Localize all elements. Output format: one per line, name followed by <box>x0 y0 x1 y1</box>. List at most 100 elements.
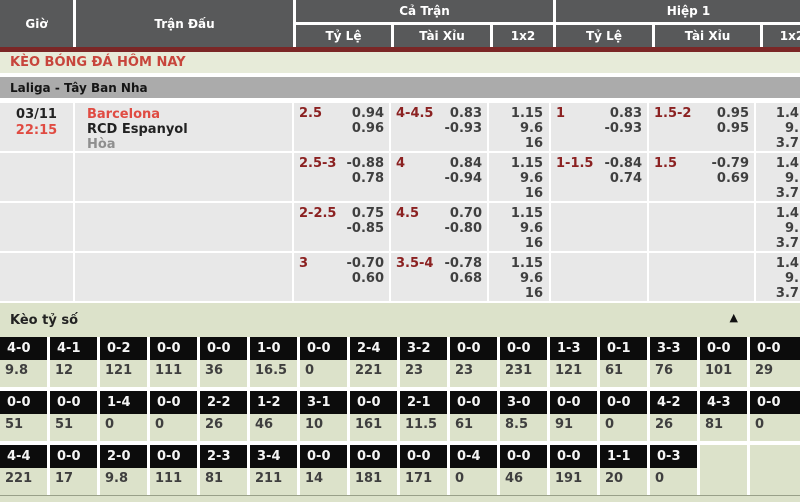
score-odds-value[interactable]: 0 <box>650 468 697 495</box>
score-cell[interactable]: 0-036 <box>200 337 250 387</box>
odds-value[interactable]: 0.83 <box>445 106 482 121</box>
score-odds-value[interactable]: 26 <box>650 414 697 441</box>
score-odds-value[interactable]: 46 <box>500 468 547 495</box>
odds-value[interactable]: 0.83 <box>605 106 642 121</box>
score-odds-value[interactable]: 0 <box>300 360 347 387</box>
ft-over-under-cell[interactable]: 40.84-0.94 <box>391 153 487 201</box>
odds-value[interactable]: 16 <box>489 236 543 251</box>
score-odds-value[interactable]: 0 <box>750 414 800 441</box>
score-cell[interactable]: 0-0111 <box>150 337 200 387</box>
score-label[interactable]: 1-0 <box>250 337 297 360</box>
score-cell[interactable]: 3-4211 <box>250 445 300 495</box>
score-odds-value[interactable]: 12 <box>50 360 97 387</box>
ft-over-under-cell[interactable]: 3.5-4-0.780.68 <box>391 253 487 301</box>
score-odds-value[interactable]: 121 <box>550 360 597 387</box>
score-cell[interactable]: 0-30 <box>650 445 700 495</box>
score-label[interactable]: 2-1 <box>400 391 447 414</box>
odds-value[interactable]: 9.2 <box>756 171 800 186</box>
score-label[interactable]: 0-0 <box>150 337 197 360</box>
score-cell[interactable]: 1-40 <box>100 391 150 441</box>
score-label[interactable]: 3-4 <box>250 445 297 468</box>
score-odds-value[interactable]: 111 <box>150 360 197 387</box>
score-label[interactable]: 0-0 <box>400 445 447 468</box>
odds-value[interactable]: 0.78 <box>347 171 384 186</box>
score-cell[interactable]: 0-00 <box>300 337 350 387</box>
score-cell[interactable]: 1-120 <box>600 445 650 495</box>
score-cell[interactable]: 4-226 <box>650 391 700 441</box>
ft-handicap-cell[interactable]: 2.50.940.96 <box>294 103 389 151</box>
score-cell[interactable]: 0-0171 <box>400 445 450 495</box>
odds-value[interactable]: 3.75 <box>756 136 800 151</box>
score-cell[interactable]: 0-00 <box>600 391 650 441</box>
odds-value[interactable]: 1.15 <box>489 256 543 271</box>
odds-value[interactable]: 9.6 <box>489 221 543 236</box>
odds-value[interactable]: 0.95 <box>717 121 749 136</box>
odds-value[interactable]: 16 <box>489 136 543 151</box>
score-cell[interactable]: 0-051 <box>50 391 100 441</box>
h1-handicap-cell[interactable]: 1-1.5-0.840.74 <box>551 153 647 201</box>
odds-value[interactable]: 0.96 <box>352 121 384 136</box>
score-cell[interactable]: 3-110 <box>300 391 350 441</box>
odds-value[interactable]: 1.15 <box>489 156 543 171</box>
score-odds-value[interactable]: 101 <box>700 360 747 387</box>
score-odds-value[interactable]: 10 <box>300 414 347 441</box>
odds-value[interactable]: 9.2 <box>756 121 800 136</box>
score-cell[interactable]: 0-0111 <box>150 445 200 495</box>
score-label[interactable]: 0-0 <box>0 391 47 414</box>
score-label[interactable]: 2-2 <box>200 391 247 414</box>
odds-value[interactable]: 0.74 <box>605 171 642 186</box>
score-odds-value[interactable]: 0 <box>600 414 647 441</box>
score-odds-value[interactable]: 81 <box>200 468 247 495</box>
odds-value[interactable]: 0.94 <box>352 106 384 121</box>
score-cell[interactable]: 4-09.8 <box>0 337 50 387</box>
score-odds-value[interactable]: 26 <box>200 414 247 441</box>
score-label[interactable]: 0-0 <box>50 391 97 414</box>
score-label[interactable]: 0-0 <box>700 337 747 360</box>
score-label[interactable]: 0-0 <box>150 391 197 414</box>
score-label[interactable]: 0-0 <box>300 445 347 468</box>
score-cell[interactable]: 1-3121 <box>550 337 600 387</box>
odds-value[interactable]: 1.15 <box>489 106 543 121</box>
odds-value[interactable]: -0.78 <box>445 256 482 271</box>
score-odds-value[interactable]: 51 <box>50 414 97 441</box>
score-cell[interactable]: 0-161 <box>600 337 650 387</box>
odds-value[interactable]: 0.69 <box>712 171 749 186</box>
score-odds-value[interactable]: 0 <box>450 468 497 495</box>
score-label[interactable]: 3-3 <box>650 337 697 360</box>
odds-value[interactable]: 0.68 <box>445 271 482 286</box>
score-label[interactable]: 0-2 <box>100 337 147 360</box>
odds-value[interactable]: -0.85 <box>347 221 384 236</box>
match-cell[interactable]: BarcelonaRCD EspanyolHòa <box>75 103 292 151</box>
score-odds-value[interactable]: 81 <box>700 414 747 441</box>
score-label[interactable]: 3-0 <box>500 391 547 414</box>
score-label[interactable]: 2-3 <box>200 445 247 468</box>
score-cell[interactable]: 3-08.5 <box>500 391 550 441</box>
odds-value[interactable]: -0.93 <box>445 121 482 136</box>
score-label[interactable]: 0-4 <box>450 445 497 468</box>
score-cell[interactable]: 0-046 <box>500 445 550 495</box>
score-label[interactable]: 0-1 <box>600 337 647 360</box>
score-label[interactable]: 2-0 <box>100 445 147 468</box>
ft-handicap-cell[interactable]: 2.5-3-0.880.78 <box>294 153 389 201</box>
score-odds-value[interactable]: 221 <box>350 360 397 387</box>
score-label[interactable]: 0-0 <box>750 337 800 360</box>
ft-1x2-cell[interactable]: 1.159.616 <box>489 253 549 301</box>
score-label[interactable]: 0-0 <box>600 391 647 414</box>
score-label[interactable]: 0-0 <box>300 337 347 360</box>
score-label[interactable]: 3-2 <box>400 337 447 360</box>
score-label[interactable]: 0-0 <box>550 445 597 468</box>
odds-value[interactable]: 16 <box>489 186 543 201</box>
odds-value[interactable]: 9.2 <box>756 271 800 286</box>
score-odds-value[interactable]: 0 <box>100 414 147 441</box>
score-label[interactable]: 0-0 <box>750 391 800 414</box>
score-label[interactable]: 0-0 <box>50 445 97 468</box>
h1-1x2-cell[interactable]: 1.429.23.75 <box>756 103 800 151</box>
odds-value[interactable]: 1.42 <box>756 256 800 271</box>
score-cell[interactable]: 0-091 <box>550 391 600 441</box>
score-odds-value[interactable]: 11.5 <box>400 414 447 441</box>
odds-value[interactable]: -0.70 <box>347 256 384 271</box>
odds-value[interactable]: 1.42 <box>756 206 800 221</box>
score-cell[interactable]: 0-00 <box>150 391 200 441</box>
score-odds-value[interactable]: 14 <box>300 468 347 495</box>
odds-value[interactable]: 0.95 <box>717 106 749 121</box>
